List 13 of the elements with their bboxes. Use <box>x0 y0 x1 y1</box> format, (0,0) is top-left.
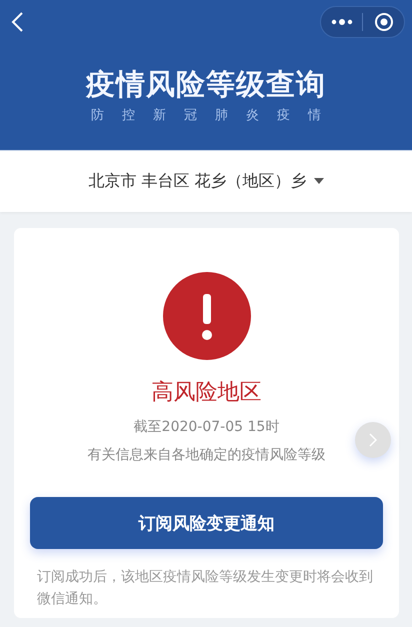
subscribe-note: 订阅成功后，该地区疫情风险等级发生变更时将会收到微信通知。 <box>37 568 374 609</box>
risk-level: 高风险地区 <box>150 379 262 407</box>
dropdown-caret-icon <box>314 178 324 184</box>
page-title: 疫情风险等级查询 <box>84 66 327 102</box>
chevron-right-icon <box>369 433 377 447</box>
more-icon[interactable] <box>330 18 352 26</box>
back-icon[interactable] <box>10 11 24 33</box>
location-selector[interactable]: 北京市 丰台区 花乡（地区）乡 <box>88 170 324 192</box>
source-note: 有关信息来自各地确定的疫情风险等级 <box>86 446 326 465</box>
subscribe-button[interactable]: 订阅风险变更通知 <box>30 497 383 549</box>
update-time: 截至2020-07-05 15时 <box>132 418 280 437</box>
warning-icon <box>162 272 250 360</box>
page-subtitle: 防控新冠肺炎疫情 <box>91 107 339 124</box>
